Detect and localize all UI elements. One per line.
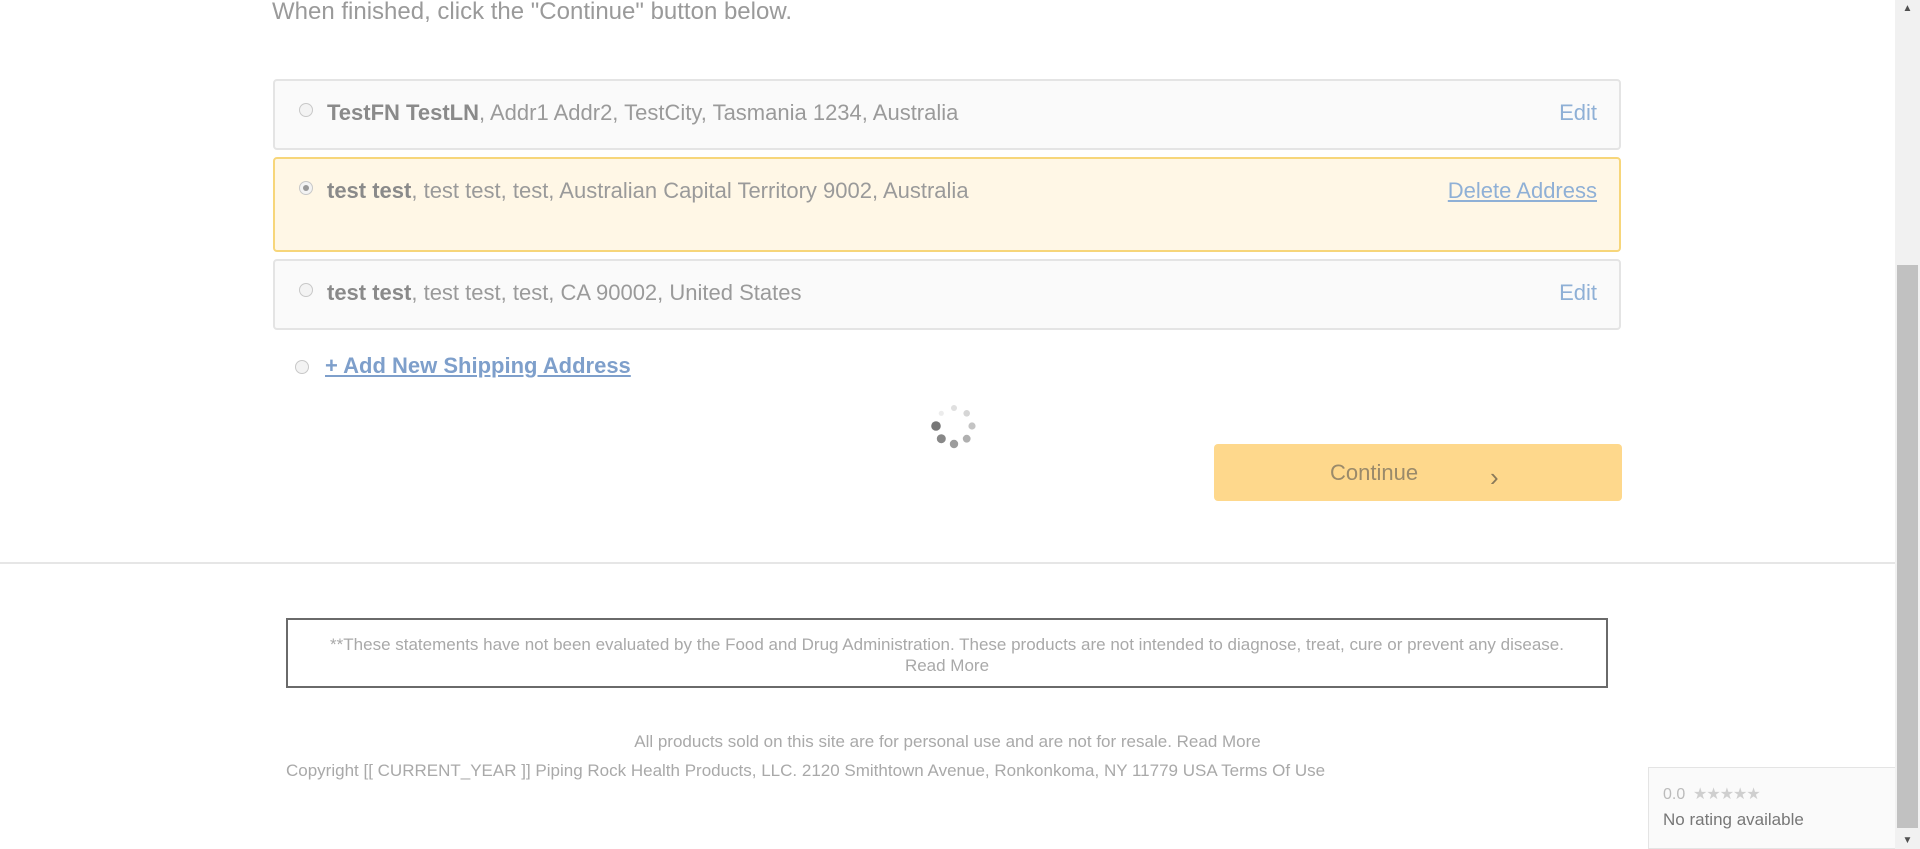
address-radio-3[interactable] — [299, 283, 313, 297]
rating-score: 0.0 — [1663, 786, 1686, 803]
continue-button[interactable]: Continue › — [1214, 444, 1622, 501]
rating-label: No rating available — [1663, 810, 1804, 829]
footer-divider — [0, 562, 1895, 564]
copyright-notice: Copyright [[ CURRENT_YEAR ]] Piping Rock… — [286, 761, 1326, 780]
address-details-1: , Addr1 Addr2, TestCity, Tasmania 1234, … — [478, 100, 959, 125]
address-details-2: , test test, test, Australian Capital Te… — [411, 178, 969, 203]
address-name-2: test test — [327, 178, 412, 203]
resale-notice: All products sold on this site are for p… — [634, 732, 1261, 751]
address-card-1[interactable]: TestFN TestLN, Addr1 Addr2, TestCity, Ta… — [273, 79, 1621, 150]
address-name-3: test test — [327, 280, 412, 305]
scroll-up-arrow-icon[interactable]: ▲ — [1895, 0, 1920, 17]
continue-button-label: Continue — [1330, 460, 1419, 485]
edit-address-link-1[interactable]: Edit — [1559, 100, 1597, 126]
address-radio-1[interactable] — [299, 103, 313, 117]
delete-address-link[interactable]: Delete Address — [1448, 178, 1597, 204]
rating-badge-widget[interactable]: 0.0 ★★★★★ No rating available — [1648, 767, 1896, 849]
address-text-2: test test, test test, test, Australian C… — [327, 178, 969, 204]
address-card-2[interactable]: test test, test test, test, Australian C… — [273, 157, 1621, 252]
checkout-shipping-page: When finished, click the "Continue" butt… — [0, 0, 1896, 849]
chevron-right-icon: › — [1490, 462, 1499, 492]
address-name-1: TestFN TestLN — [327, 100, 479, 125]
scrollbar-thumb[interactable] — [1897, 265, 1918, 828]
vertical-scrollbar[interactable]: ▲ ▼ — [1895, 0, 1920, 849]
edit-address-link-3[interactable]: Edit — [1559, 280, 1597, 306]
instructions-text: When finished, click the "Continue" butt… — [272, 0, 793, 25]
add-new-address-radio[interactable] — [295, 360, 309, 374]
scroll-down-arrow-icon[interactable]: ▼ — [1895, 832, 1920, 849]
fda-disclaimer: **These statements have not been evaluat… — [286, 618, 1608, 688]
add-new-shipping-address-link[interactable]: + Add New Shipping Address — [325, 353, 631, 379]
loading-spinner-icon — [931, 405, 976, 449]
address-radio-2[interactable] — [299, 181, 313, 195]
address-details-3: , test test, test, CA 90002, United Stat… — [411, 280, 802, 305]
rating-stars-icon: ★★★★★ — [1693, 786, 1761, 803]
address-text-1: TestFN TestLN, Addr1 Addr2, TestCity, Ta… — [327, 100, 958, 126]
address-card-3[interactable]: test test, test test, test, CA 90002, Un… — [273, 259, 1621, 330]
address-text-3: test test, test test, test, CA 90002, Un… — [327, 280, 801, 306]
